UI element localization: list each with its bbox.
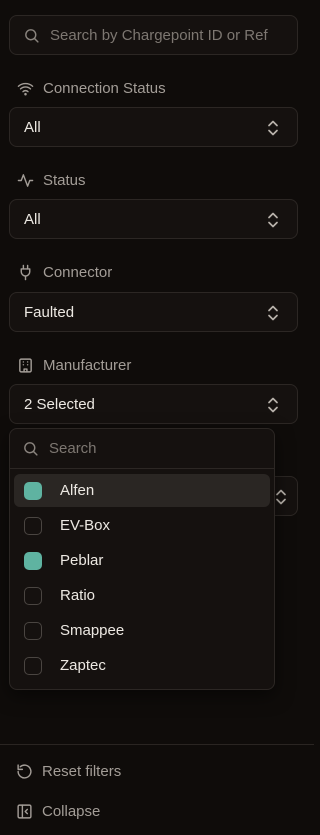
- connection-status-label: Connection Status: [17, 77, 166, 99]
- collapse-button[interactable]: Collapse: [16, 800, 100, 822]
- option-alfen[interactable]: Alfen: [14, 474, 270, 507]
- search-icon: [24, 442, 38, 456]
- checkbox[interactable]: [24, 481, 42, 500]
- connector-value: Faulted: [24, 303, 75, 321]
- manufacturer-value: 2 Selected: [24, 395, 95, 413]
- manufacturer-select[interactable]: 2 Selected: [9, 384, 298, 424]
- chevron-up-down-icon: [268, 305, 278, 321]
- reset-icon: [17, 763, 32, 779]
- option-zaptec[interactable]: Zaptec: [14, 649, 270, 682]
- checkbox[interactable]: [24, 516, 42, 535]
- connector-select[interactable]: Faulted: [9, 292, 298, 332]
- option-ratio[interactable]: Ratio: [14, 579, 270, 612]
- building-icon: [19, 357, 32, 373]
- connection-status-label-text: Connection Status: [43, 79, 166, 97]
- manufacturer-label: Manufacturer: [17, 354, 131, 376]
- dropdown-search-input[interactable]: [49, 440, 249, 457]
- option-peblar[interactable]: Peblar: [14, 544, 270, 577]
- reset-filters-button[interactable]: Reset filters: [16, 760, 121, 782]
- option-label: Peblar: [60, 552, 104, 569]
- status-value: All: [24, 210, 41, 228]
- status-label: Status: [17, 169, 86, 191]
- reset-filters-label: Reset filters: [42, 762, 122, 780]
- dropdown-search[interactable]: [10, 429, 274, 469]
- option-ev-box[interactable]: EV-Box: [14, 509, 270, 542]
- activity-icon: [17, 173, 34, 187]
- chevron-up-down-icon: [268, 397, 278, 413]
- collapse-label: Collapse: [42, 802, 101, 820]
- collapse-icon: [17, 803, 32, 819]
- option-label: Smappee: [60, 622, 125, 639]
- checkbox[interactable]: [24, 656, 42, 675]
- chevron-up-down-icon: [276, 489, 286, 505]
- option-label: Alfen: [60, 482, 95, 499]
- plug-icon: [20, 264, 31, 280]
- search-icon: [25, 28, 39, 43]
- status-select[interactable]: All: [9, 199, 298, 239]
- option-label: Ratio: [60, 587, 96, 604]
- option-label: EV-Box: [60, 517, 111, 534]
- checkbox[interactable]: [24, 551, 42, 570]
- status-label-text: Status: [43, 171, 86, 189]
- manufacturer-dropdown: Alfen EV-Box Peblar Ratio Smappee Zaptec: [9, 428, 275, 690]
- connection-status-value: All: [24, 118, 41, 136]
- chargepoint-search[interactable]: [9, 15, 298, 55]
- checkbox[interactable]: [24, 586, 42, 605]
- checkbox[interactable]: [24, 621, 42, 640]
- wifi-icon: [17, 82, 34, 95]
- chevron-up-down-icon: [268, 120, 278, 136]
- connector-label-text: Connector: [43, 263, 113, 281]
- connector-label: Connector: [17, 261, 112, 283]
- manufacturer-label-text: Manufacturer: [43, 356, 132, 374]
- connection-status-select[interactable]: All: [9, 107, 298, 147]
- option-smappee[interactable]: Smappee: [14, 614, 270, 647]
- chargepoint-search-input[interactable]: [50, 26, 297, 44]
- footer-divider: [0, 744, 314, 745]
- option-label: Zaptec: [60, 657, 106, 674]
- chevron-up-down-icon: [268, 212, 278, 228]
